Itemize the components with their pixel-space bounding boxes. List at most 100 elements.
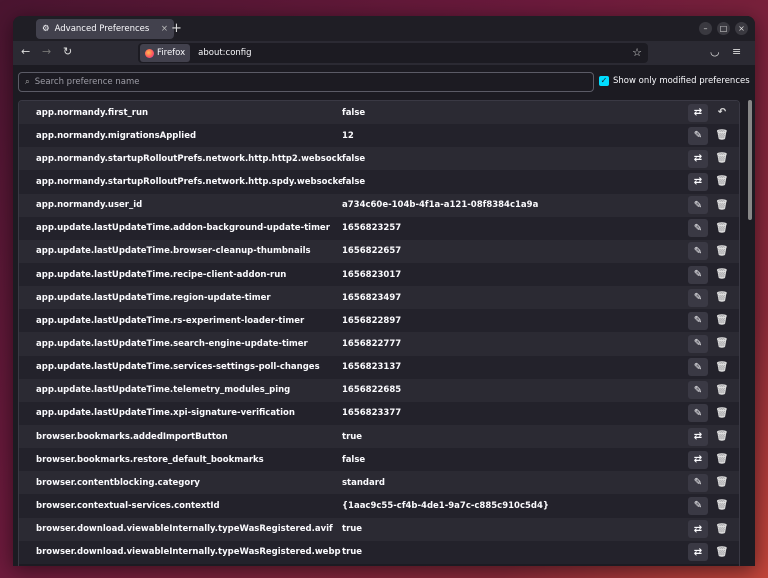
toggle-button[interactable]: ⇄	[688, 543, 708, 562]
edit-button[interactable]: ✎	[688, 126, 708, 145]
modified-only-checkbox[interactable]: ✓ Show only modified preferences	[599, 76, 750, 86]
scrollbar[interactable]	[748, 100, 752, 220]
toggle-button[interactable]: ⇄	[688, 103, 708, 122]
delete-button[interactable]: 🗑	[712, 200, 732, 211]
pref-value: true	[342, 524, 363, 535]
search-field[interactable]: ⌕	[18, 72, 594, 92]
pref-row[interactable]: app.normandy.migrationsApplied 12 ✎ 🗑	[19, 124, 739, 148]
close-window-button[interactable]: ×	[735, 22, 748, 35]
pref-name: app.update.lastUpdateTime.region-update-…	[36, 292, 271, 303]
pref-row[interactable]: app.normandy.startupRolloutPrefs.network…	[19, 147, 739, 171]
pref-value: 1656822685	[342, 385, 402, 396]
pref-name: app.update.lastUpdateTime.services-setti…	[36, 362, 320, 373]
pref-name: browser.bookmarks.restore_default_bookma…	[36, 454, 264, 465]
pref-name: app.update.lastUpdateTime.search-engine-…	[36, 338, 308, 349]
delete-button[interactable]: 🗑	[712, 477, 732, 488]
pref-row[interactable]: app.update.lastUpdateTime.recipe-client-…	[19, 262, 739, 287]
pref-row[interactable]: browser.download.viewableInternally.type…	[19, 540, 739, 564]
edit-button[interactable]: ✎	[688, 358, 708, 377]
toggle-button[interactable]: ⇄	[688, 450, 708, 469]
edit-button[interactable]: ✎	[688, 473, 708, 492]
edit-button[interactable]: ✎	[688, 265, 708, 284]
url-text[interactable]: about:config	[198, 48, 251, 58]
pref-row[interactable]: browser.bookmarks.restore_default_bookma…	[19, 448, 739, 472]
edit-button[interactable]: ✎	[688, 496, 708, 515]
delete-button[interactable]: 🗑	[712, 385, 732, 396]
pref-value: false	[342, 107, 366, 118]
url-bar[interactable]: Firefox about:config ☆	[138, 43, 648, 63]
edit-button[interactable]: ✎	[688, 219, 708, 238]
edit-button[interactable]: ✎	[688, 242, 708, 261]
preferences-table: app.normandy.first_run false ⇄ ↶ app.norm…	[18, 100, 740, 566]
checkbox-checked-icon[interactable]: ✓	[599, 76, 609, 86]
pref-value: false	[342, 176, 366, 187]
reset-button[interactable]: ↶	[712, 107, 732, 118]
minimize-button[interactable]: –	[699, 22, 712, 35]
delete-button[interactable]: 🗑	[712, 547, 732, 558]
edit-button[interactable]: ✎	[688, 196, 708, 215]
toggle-button[interactable]: ⇄	[688, 172, 708, 191]
delete-button[interactable]: 🗑	[712, 292, 732, 303]
pref-row[interactable]: browser.bookmarks.addedImportButton true…	[19, 424, 739, 449]
pref-row[interactable]: app.normandy.user_id a734c60e-104b-4f1a-…	[19, 193, 739, 217]
navigation-bar: ← → ↻ Firefox about:config ☆ ◡ ≡	[13, 41, 755, 65]
tab-advanced-preferences[interactable]: ⚙ Advanced Preferences ×	[36, 19, 174, 39]
delete-button[interactable]: 🗑	[712, 454, 732, 465]
tab-close-button[interactable]: ×	[161, 24, 168, 34]
reload-button[interactable]: ↻	[63, 45, 72, 58]
pref-row[interactable]: app.update.lastUpdateTime.search-engine-…	[19, 332, 739, 356]
pocket-icon[interactable]: ◡	[710, 45, 720, 58]
delete-button[interactable]: 🗑	[712, 431, 732, 442]
pref-row[interactable]: app.update.lastUpdateTime.rs-experiment-…	[19, 309, 739, 333]
about-config-page: ⌕ ✓ Show only modified preferences app.n…	[13, 65, 755, 566]
toggle-button[interactable]: ⇄	[688, 427, 708, 446]
delete-button[interactable]: 🗑	[712, 338, 732, 349]
delete-button[interactable]: 🗑	[712, 524, 732, 535]
bookmark-star-icon[interactable]: ☆	[632, 46, 642, 59]
pref-row[interactable]: app.update.lastUpdateTime.region-update-…	[19, 286, 739, 310]
pref-row[interactable]: app.normandy.first_run false ⇄ ↶	[19, 101, 739, 125]
delete-button[interactable]: 🗑	[712, 153, 732, 164]
pref-name: app.update.lastUpdateTime.xpi-signature-…	[36, 408, 295, 419]
pref-row[interactable]: app.update.lastUpdateTime.browser-cleanu…	[19, 239, 739, 263]
delete-button[interactable]: 🗑	[712, 269, 732, 280]
pref-name: browser.download.viewableInternally.type…	[36, 547, 341, 558]
maximize-button[interactable]: □	[717, 22, 730, 35]
pref-row[interactable]: app.update.lastUpdateTime.xpi-signature-…	[19, 401, 739, 425]
identity-label: Firefox	[157, 48, 186, 58]
tab-bar: ⚙ Advanced Preferences × + – □ ×	[13, 16, 755, 41]
edit-button[interactable]: ✎	[688, 311, 708, 330]
search-input[interactable]	[34, 77, 555, 87]
pref-value: false	[342, 153, 366, 164]
delete-button[interactable]: 🗑	[712, 408, 732, 419]
toggle-button[interactable]: ⇄	[688, 520, 708, 539]
delete-button[interactable]: 🗑	[712, 223, 732, 234]
pref-row[interactable]: app.update.lastUpdateTime.addon-backgrou…	[19, 216, 739, 240]
delete-button[interactable]: 🗑	[712, 362, 732, 373]
pref-row[interactable]: browser.download.viewableInternally.type…	[19, 517, 739, 541]
edit-button[interactable]: ✎	[688, 404, 708, 423]
back-button[interactable]: ←	[21, 45, 30, 58]
pref-row[interactable]: browser.contextual-services.contextId {1…	[19, 494, 739, 518]
delete-button[interactable]: 🗑	[712, 246, 732, 257]
pref-row[interactable]: browser.contentblocking.category standar…	[19, 471, 739, 495]
pref-value: 1656822897	[342, 315, 402, 326]
delete-button[interactable]: 🗑	[712, 130, 732, 141]
delete-button[interactable]: 🗑	[712, 500, 732, 511]
pref-name: app.update.lastUpdateTime.addon-backgrou…	[36, 223, 330, 234]
delete-button[interactable]: 🗑	[712, 176, 732, 187]
edit-button[interactable]: ✎	[688, 334, 708, 353]
forward-button[interactable]: →	[42, 45, 51, 58]
new-tab-button[interactable]: +	[171, 21, 182, 36]
pref-value: {1aac9c55-cf4b-4de1-9a7c-c885c910c5d4}	[342, 500, 549, 511]
delete-button[interactable]: 🗑	[712, 315, 732, 326]
toggle-button[interactable]: ⇄	[688, 149, 708, 168]
edit-button[interactable]: ✎	[688, 288, 708, 307]
edit-button[interactable]: ✎	[688, 381, 708, 400]
identity-box[interactable]: Firefox	[140, 44, 191, 62]
pref-row[interactable]: app.normandy.startupRolloutPrefs.network…	[19, 170, 739, 194]
pref-row[interactable]: app.update.lastUpdateTime.telemetry_modu…	[19, 378, 739, 402]
pref-name: app.update.lastUpdateTime.rs-experiment-…	[36, 315, 305, 326]
pref-row[interactable]: app.update.lastUpdateTime.services-setti…	[19, 355, 739, 379]
menu-icon[interactable]: ≡	[732, 45, 741, 58]
